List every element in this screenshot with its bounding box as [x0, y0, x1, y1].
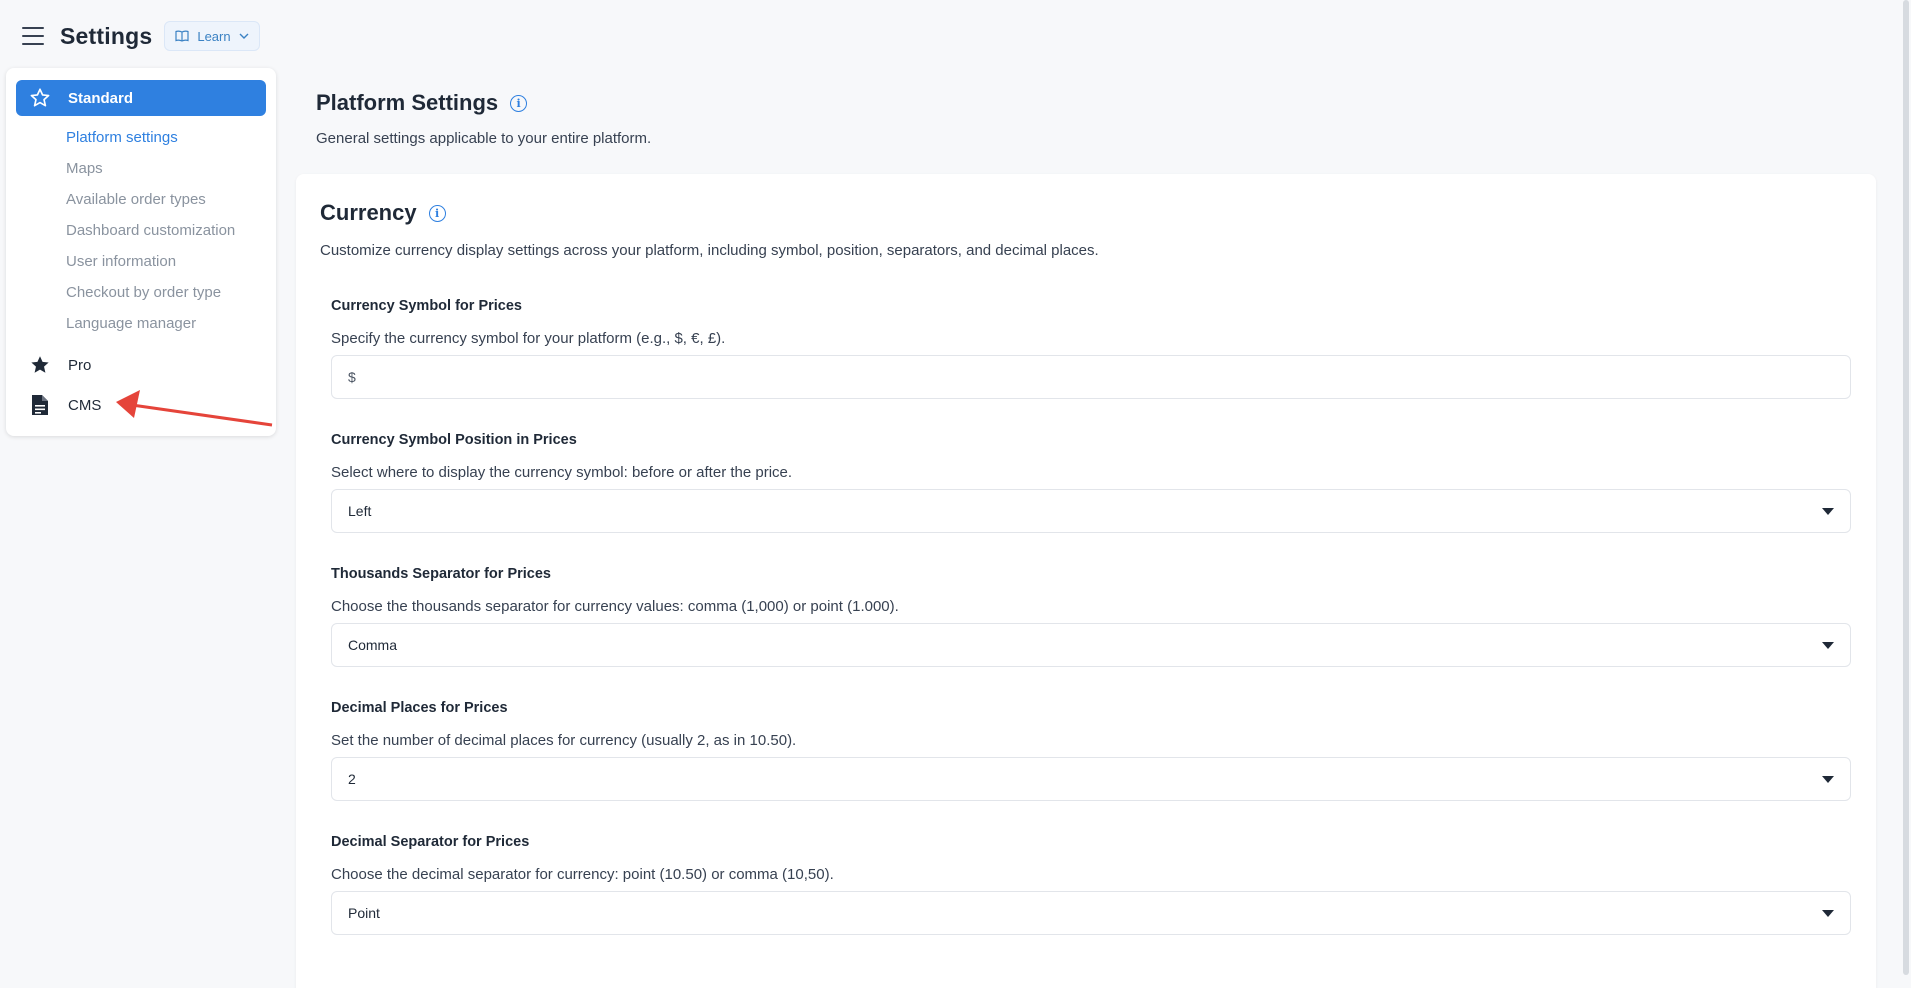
sidebar-item-language-manager[interactable]: Language manager — [16, 308, 266, 339]
field-label: Currency Symbol Position in Prices — [331, 432, 577, 448]
sidebar-item-platform-settings[interactable]: Platform settings — [16, 122, 266, 153]
currency-card: Currency i Customize currency display se… — [296, 174, 1876, 988]
field-label: Decimal Separator for Prices — [331, 834, 530, 850]
field-label: Thousands Separator for Prices — [331, 566, 551, 582]
field-help: Set the number of decimal places for cur… — [331, 732, 797, 749]
app-title: Settings — [60, 22, 153, 49]
decimal-separator-field: Decimal Separator for Prices Choose the … — [331, 834, 1851, 935]
sidebar-group-label: Pro — [68, 356, 92, 374]
currency-position-select[interactable]: Left — [331, 489, 1851, 533]
currency-symbol-input[interactable] — [348, 369, 1834, 385]
settings-sidebar: Standard Platform settings Maps Availabl… — [6, 68, 276, 436]
star-outline-icon — [28, 86, 52, 110]
page-header: Platform Settings i General settings app… — [316, 90, 651, 147]
sidebar-group-pro[interactable]: Pro — [16, 345, 266, 385]
sidebar-item-available-order-types[interactable]: Available order types — [16, 184, 266, 215]
book-icon — [175, 30, 189, 42]
field-label: Decimal Places for Prices — [331, 700, 508, 716]
info-icon[interactable]: i — [510, 94, 528, 112]
page-scrollbar[interactable] — [1903, 0, 1909, 988]
top-bar: Settings Learn — [0, 0, 1911, 72]
star-filled-icon — [28, 353, 52, 377]
field-help: Select where to display the currency sym… — [331, 464, 793, 481]
decimal-places-select[interactable]: 2 — [331, 757, 1851, 801]
sidebar-item-dashboard-customization[interactable]: Dashboard customization — [16, 215, 266, 246]
currency-position-field: Currency Symbol Position in Prices Selec… — [331, 432, 1851, 533]
caret-down-icon — [1822, 641, 1834, 649]
scrollbar-thumb[interactable] — [1903, 0, 1909, 975]
field-help: Choose the decimal separator for currenc… — [331, 866, 834, 883]
section-description: Customize currency display settings acro… — [320, 242, 1099, 259]
thousands-separator-field: Thousands Separator for Prices Choose th… — [331, 566, 1851, 667]
standard-sub-list: Platform settings Maps Available order t… — [16, 116, 266, 345]
section-title: Currency — [320, 200, 417, 225]
page-title: Platform Settings — [316, 90, 499, 115]
decimal-separator-select[interactable]: Point — [331, 891, 1851, 935]
info-icon[interactable]: i — [428, 204, 446, 222]
learn-button[interactable]: Learn — [164, 21, 260, 51]
caret-down-icon — [1822, 507, 1834, 515]
sidebar-item-checkout-by-order-type[interactable]: Checkout by order type — [16, 277, 266, 308]
document-icon — [28, 393, 52, 417]
currency-symbol-field: Currency Symbol for Prices Specify the c… — [331, 298, 1851, 399]
field-help: Specify the currency symbol for your pla… — [331, 330, 726, 347]
caret-down-icon — [1822, 909, 1834, 917]
sidebar-item-user-information[interactable]: User information — [16, 246, 266, 277]
caret-down-icon — [1822, 775, 1834, 783]
select-value: Left — [348, 503, 372, 519]
select-value: Comma — [348, 637, 398, 653]
sidebar-group-standard[interactable]: Standard — [16, 80, 266, 116]
field-help: Choose the thousands separator for curre… — [331, 598, 899, 615]
hamburger-menu-icon[interactable] — [22, 27, 44, 45]
chevron-down-icon — [239, 33, 249, 39]
field-label: Currency Symbol for Prices — [331, 298, 522, 314]
sidebar-group-label: CMS — [68, 396, 102, 414]
sidebar-item-maps[interactable]: Maps — [16, 153, 266, 184]
sidebar-group-label: Standard — [68, 89, 134, 107]
page-subtitle: General settings applicable to your enti… — [316, 130, 652, 147]
select-value: Point — [348, 905, 380, 921]
annotation-arrow-icon — [116, 390, 273, 427]
learn-button-label: Learn — [197, 28, 231, 44]
decimal-places-field: Decimal Places for Prices Set the number… — [331, 700, 1851, 801]
select-value: 2 — [348, 771, 356, 787]
currency-symbol-input-wrapper — [331, 355, 1851, 399]
thousands-separator-select[interactable]: Comma — [331, 623, 1851, 667]
